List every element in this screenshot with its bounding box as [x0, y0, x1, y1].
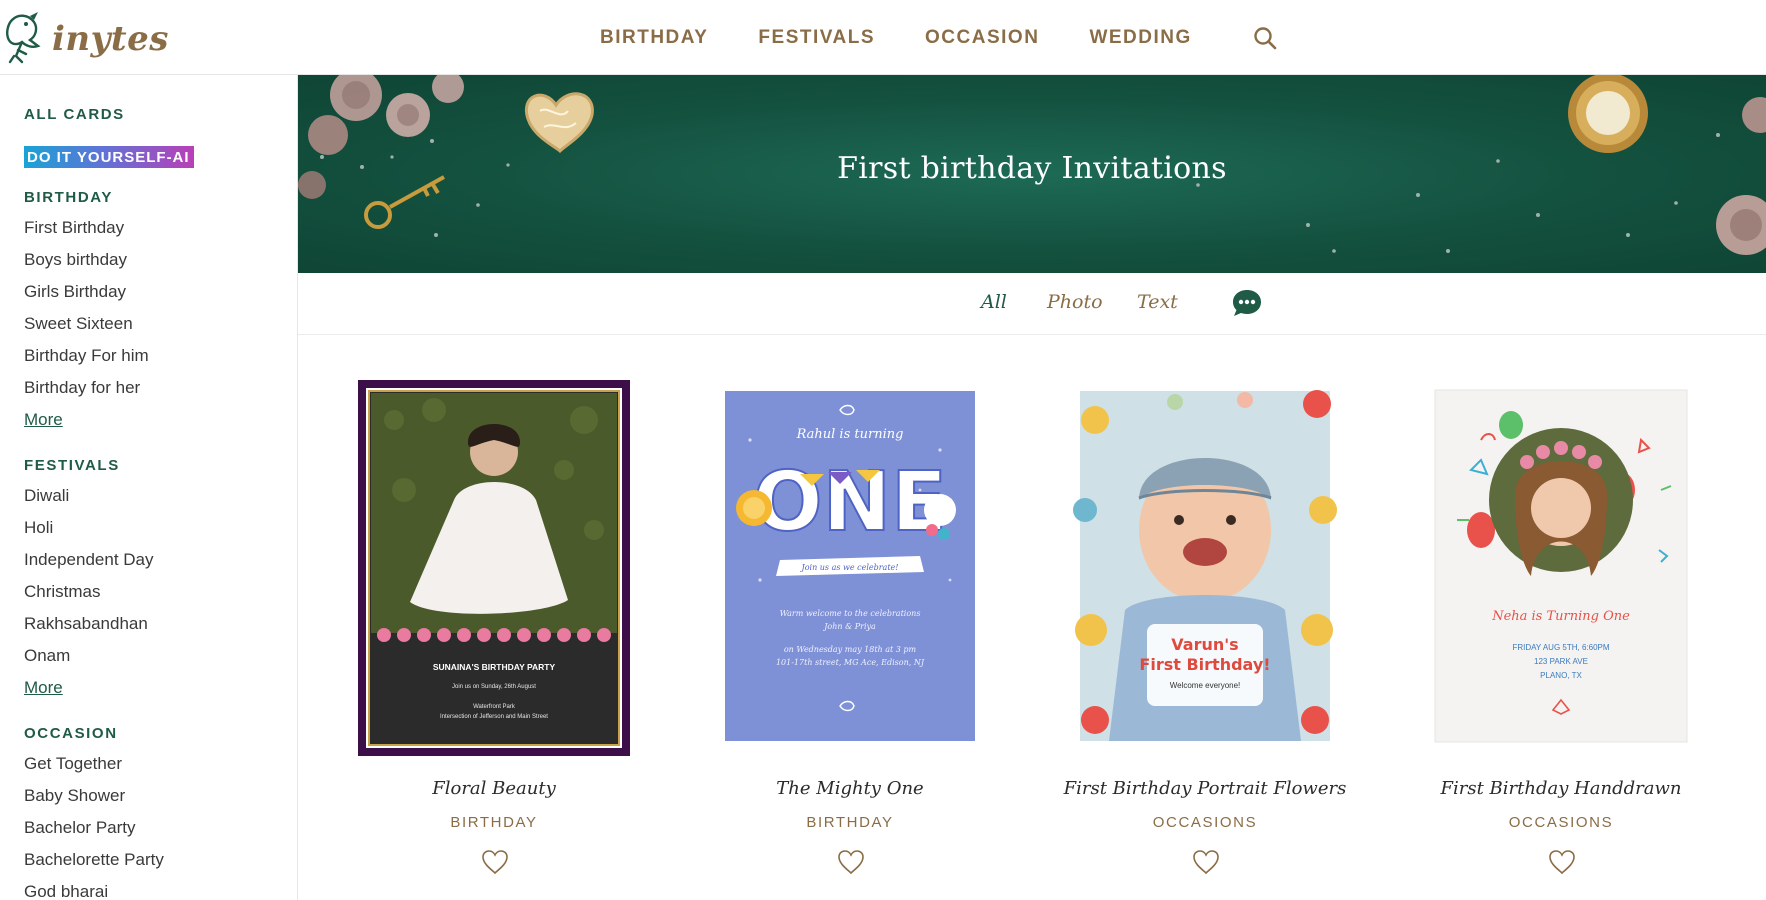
bird-logo-icon: [6, 12, 41, 64]
preview-line: on Wednesday may 18th at 3 pm: [784, 645, 917, 654]
sidebar-heading[interactable]: FESTIVALS: [24, 456, 284, 476]
sidebar-item[interactable]: God bharai: [24, 876, 284, 900]
card-category: BIRTHDAY: [806, 814, 894, 831]
preview-line: PLANO, TX: [1540, 671, 1582, 680]
preview-line: FRIDAY AUG 5TH, 6:60PM: [1512, 643, 1609, 652]
card-title[interactable]: Floral Beauty: [344, 778, 644, 799]
search-icon[interactable]: [1252, 25, 1278, 51]
sidebar-item[interactable]: Bachelorette Party: [24, 844, 284, 876]
nav-festivals[interactable]: FESTIVALS: [758, 27, 875, 49]
card-preview-image[interactable]: Rahul is turning ONE Join us as we celeb…: [700, 380, 1000, 756]
sidebar-section-birthday: BIRTHDAY First Birthday Boys birthday Gi…: [24, 188, 284, 436]
sidebar-item[interactable]: Boys birthday: [24, 244, 284, 276]
sidebar-item[interactable]: Rakhsabandhan: [24, 608, 284, 640]
heart-icon[interactable]: [1191, 848, 1221, 876]
sidebar-heading[interactable]: OCCASION: [24, 724, 284, 744]
card-preview-image[interactable]: SUNAINA'S BIRTHDAY PARTY Join us on Sund…: [344, 380, 644, 756]
preview-heading: Rahul is turning: [796, 427, 904, 442]
sidebar-item[interactable]: Girls Birthday: [24, 276, 284, 308]
main-nav: BIRTHDAY FESTIVALS OCCASION WEDDING: [600, 0, 1278, 75]
filter-bar: All Photo Text: [298, 273, 1766, 335]
card-the-mighty-one[interactable]: Rahul is turning ONE Join us as we celeb…: [700, 380, 1000, 900]
sidebar-item[interactable]: Christmas: [24, 576, 284, 608]
card-category: BIRTHDAY: [450, 814, 538, 831]
chat-bubble-icon[interactable]: [1231, 288, 1263, 318]
sidebar-all-cards[interactable]: ALL CARDS: [24, 105, 284, 125]
site-header: inytes BIRTHDAY FESTIVALS OCCASION WEDDI…: [0, 0, 1766, 75]
preview-line: Join us on Sunday, 26th August: [452, 684, 536, 690]
hero-banner: First birthday Invitations: [298, 75, 1766, 273]
category-sidebar: ALL CARDS DO IT YOURSELF-AI BIRTHDAY Fir…: [0, 75, 298, 900]
card-category: OCCASIONS: [1152, 814, 1258, 831]
sidebar-diy-ai-badge[interactable]: DO IT YOURSELF-AI: [24, 146, 194, 168]
filter-tab-text[interactable]: Text: [1137, 291, 1178, 313]
sidebar-item[interactable]: Get Together: [24, 748, 284, 780]
preview-heading: Neha is Turning One: [1491, 609, 1630, 624]
sidebar-heading[interactable]: BIRTHDAY: [24, 188, 284, 208]
preview-line: Warm welcome to the celebrations: [780, 609, 921, 618]
card-title[interactable]: First Birthday Portrait Flowers: [1055, 778, 1355, 799]
sidebar-item[interactable]: Birthday For him: [24, 340, 284, 372]
nav-birthday[interactable]: BIRTHDAY: [600, 27, 708, 49]
sidebar-item[interactable]: Birthday for her: [24, 372, 284, 404]
nav-wedding[interactable]: WEDDING: [1089, 27, 1191, 49]
card-floral-beauty[interactable]: SUNAINA'S BIRTHDAY PARTY Join us on Sund…: [344, 380, 644, 900]
site-logo[interactable]: inytes: [4, 10, 169, 68]
card-first-birthday-handdrawn[interactable]: 1 Neha is Turning One FRIDAY AUG 5TH, 6:…: [1411, 380, 1711, 900]
heart-icon[interactable]: [480, 848, 510, 876]
banner-title: First birthday Invitations: [837, 151, 1227, 186]
preview-line: 123 PARK AVE: [1534, 657, 1588, 666]
sidebar-more-link[interactable]: More: [24, 404, 284, 436]
sidebar-item[interactable]: Bachelor Party: [24, 812, 284, 844]
card-title[interactable]: The Mighty One: [700, 778, 1000, 799]
preview-line: 101-17th street, MG Ace, Edison, NJ: [776, 658, 925, 667]
sidebar-item[interactable]: Independent Day: [24, 544, 284, 576]
logo-wordmark: inytes: [52, 19, 169, 59]
sidebar-item[interactable]: First Birthday: [24, 212, 284, 244]
sidebar-section-occasion: OCCASION Get Together Baby Shower Bachel…: [24, 724, 284, 900]
sidebar-item[interactable]: Diwali: [24, 480, 284, 512]
card-preview-image[interactable]: 1 Neha is Turning One FRIDAY AUG 5TH, 6:…: [1411, 380, 1711, 756]
preview-line: Intersection of Jefferson and Main Stree…: [440, 714, 548, 720]
heart-icon[interactable]: [1547, 848, 1577, 876]
filter-tab-all[interactable]: All: [981, 291, 1007, 313]
preview-line: Welcome everyone!: [1170, 681, 1241, 690]
preview-ribbon: Join us as we celebrate!: [799, 563, 898, 572]
sidebar-item[interactable]: Baby Shower: [24, 780, 284, 812]
sidebar-more-link[interactable]: More: [24, 672, 284, 704]
card-category: OCCASIONS: [1508, 814, 1614, 831]
sidebar-section-festivals: FESTIVALS Diwali Holi Independent Day Ch…: [24, 456, 284, 704]
sidebar-item[interactable]: Onam: [24, 640, 284, 672]
preview-line: Varun's: [1171, 635, 1238, 654]
preview-line: First Birthday!: [1139, 655, 1270, 674]
sidebar-item[interactable]: Holi: [24, 512, 284, 544]
card-preview-image[interactable]: Varun's First Birthday! Welcome everyone…: [1055, 380, 1355, 756]
preview-big-text: ONE: [753, 455, 947, 550]
nav-occasion[interactable]: OCCASION: [925, 27, 1039, 49]
card-first-birthday-portrait-flowers[interactable]: Varun's First Birthday! Welcome everyone…: [1055, 380, 1355, 900]
card-title[interactable]: First Birthday Handdrawn: [1411, 778, 1711, 799]
filter-tab-photo[interactable]: Photo: [1047, 291, 1103, 313]
preview-heading: SUNAINA'S BIRTHDAY PARTY: [433, 662, 556, 672]
preview-line: John & Priya: [822, 622, 876, 631]
heart-icon[interactable]: [836, 848, 866, 876]
sidebar-item[interactable]: Sweet Sixteen: [24, 308, 284, 340]
preview-line: Waterfront Park: [473, 704, 516, 710]
